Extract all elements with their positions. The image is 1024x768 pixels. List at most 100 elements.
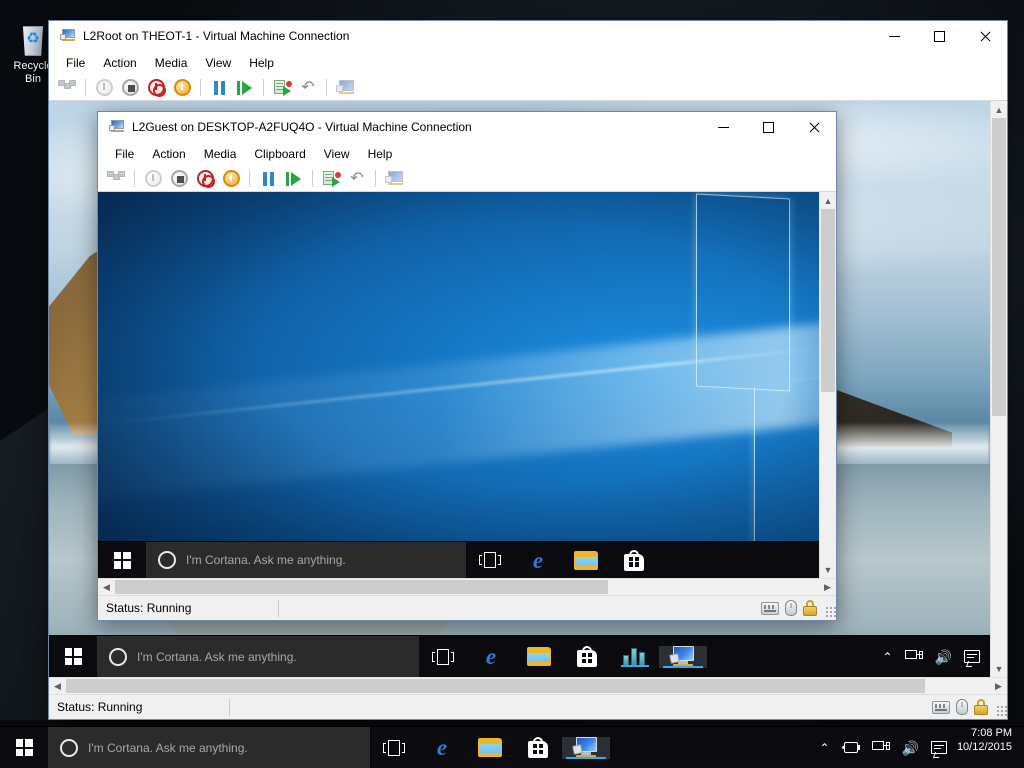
volume-icon[interactable]: 🔊 <box>935 650 952 664</box>
checkpoint-vm-button[interactable] <box>319 168 343 190</box>
scroll-up-button[interactable]: ▲ <box>820 192 836 209</box>
start-vm-button[interactable] <box>92 77 116 99</box>
scroll-track[interactable] <box>820 209 836 561</box>
maximize-button[interactable] <box>917 21 962 51</box>
menu-item-view[interactable]: View <box>196 54 240 72</box>
menu-item-action[interactable]: Action <box>94 54 145 72</box>
scroll-track[interactable] <box>115 579 819 595</box>
action-center-icon[interactable] <box>931 741 947 754</box>
menu-item-file[interactable]: File <box>57 54 94 72</box>
save-vm-button[interactable] <box>219 168 243 190</box>
minimize-button[interactable] <box>701 112 746 142</box>
taskbar-button-hyper-v-manager[interactable] <box>611 647 659 667</box>
scroll-left-button[interactable]: ◀ <box>49 678 66 694</box>
resume-vm-button[interactable] <box>233 77 257 99</box>
inner-vm-horizontal-scrollbar[interactable]: ◀ ▶ <box>98 578 836 595</box>
close-button[interactable] <box>962 21 1007 51</box>
scroll-track[interactable] <box>991 118 1007 660</box>
taskbar-button-vmconnect[interactable] <box>562 737 610 759</box>
resize-grip[interactable] <box>825 606 836 617</box>
menu-item-clipboard[interactable]: Clipboard <box>245 145 314 163</box>
menu-item-media[interactable]: Media <box>195 145 246 163</box>
scroll-up-button[interactable]: ▲ <box>991 101 1007 118</box>
resize-grip[interactable] <box>996 705 1007 716</box>
taskbar-button-microsoft-edge[interactable]: e <box>467 645 515 668</box>
host-taskbar-tray[interactable]: ⌃ 🔊 <box>819 727 957 768</box>
inner-window-menubar[interactable]: File Action Media Clipboard View Help <box>98 142 836 166</box>
outer-window-toolbar[interactable]: ↶ <box>49 75 1007 101</box>
menu-item-view[interactable]: View <box>315 145 359 163</box>
outer-taskbar-pins[interactable]: e <box>419 636 707 677</box>
scroll-down-button[interactable]: ▼ <box>820 561 836 578</box>
taskbar-button-microsoft-edge[interactable]: e <box>514 549 562 572</box>
volume-icon[interactable]: 🔊 <box>902 741 919 755</box>
scroll-thumb[interactable] <box>66 679 925 693</box>
network-icon[interactable] <box>872 741 890 755</box>
maximize-button[interactable] <box>746 112 791 142</box>
inner-window-toolbar[interactable]: ↶ <box>98 166 836 192</box>
pause-vm-button[interactable] <box>207 77 231 99</box>
taskbar-button-task-view[interactable] <box>466 552 514 568</box>
scroll-right-button[interactable]: ▶ <box>990 678 1007 694</box>
menu-item-media[interactable]: Media <box>146 54 197 72</box>
menu-item-action[interactable]: Action <box>143 145 194 163</box>
menu-item-help[interactable]: Help <box>359 145 402 163</box>
cortana-search-box[interactable]: I'm Cortana. Ask me anything. <box>97 636 419 677</box>
vm-connection-window-l2guest[interactable]: L2Guest on DESKTOP-A2FUQ4O - Virtual Mac… <box>97 111 837 621</box>
taskbar-button-vmconnect[interactable] <box>659 646 707 668</box>
outer-vm-screen[interactable]: Windows 10 Enterprise Insider Preview Ev… <box>49 101 990 677</box>
network-icon[interactable] <box>905 650 923 664</box>
outer-window-titlebar[interactable]: L2Root on THEOT-1 - Virtual Machine Conn… <box>49 21 1007 51</box>
shut-down-vm-button[interactable] <box>144 77 168 99</box>
scroll-down-button[interactable]: ▼ <box>991 660 1007 677</box>
taskbar-button-file-explorer[interactable] <box>562 551 610 570</box>
taskbar-button-task-view[interactable] <box>370 740 418 756</box>
outer-vm-taskbar[interactable]: I'm Cortana. Ask me anything. e <box>49 635 990 677</box>
start-vm-button[interactable] <box>141 168 165 190</box>
inner-vm-screen[interactable]: I'm Cortana. Ask me anything. e <box>98 192 819 578</box>
start-button[interactable] <box>49 636 97 677</box>
scroll-thumb[interactable] <box>992 118 1006 416</box>
battery-icon[interactable] <box>842 742 860 753</box>
revert-vm-button[interactable]: ↶ <box>296 77 320 99</box>
enhanced-session-button[interactable] <box>382 168 406 190</box>
turn-off-vm-button[interactable] <box>167 168 191 190</box>
minimize-button[interactable] <box>872 21 917 51</box>
inner-vm-vertical-scrollbar[interactable]: ▲ ▼ <box>819 192 836 578</box>
host-taskbar[interactable]: I'm Cortana. Ask me anything. e ⌃ � <box>0 726 1024 768</box>
pause-vm-button[interactable] <box>256 168 280 190</box>
close-button[interactable] <box>791 112 836 142</box>
taskbar-button-microsoft-store[interactable] <box>563 646 611 667</box>
turn-off-vm-button[interactable] <box>118 77 142 99</box>
cortana-search-box[interactable]: I'm Cortana. Ask me anything. <box>146 542 466 578</box>
scroll-left-button[interactable]: ◀ <box>98 579 115 595</box>
resume-vm-button[interactable] <box>282 168 306 190</box>
checkpoint-vm-button[interactable] <box>270 77 294 99</box>
ctrl-alt-delete-button[interactable] <box>104 168 128 190</box>
inner-vm-taskbar[interactable]: I'm Cortana. Ask me anything. e <box>98 541 819 578</box>
revert-vm-button[interactable]: ↶ <box>345 168 369 190</box>
taskbar-button-file-explorer[interactable] <box>515 647 563 666</box>
taskbar-button-task-view[interactable] <box>419 649 467 665</box>
action-center-icon[interactable] <box>964 650 980 663</box>
scroll-thumb[interactable] <box>115 580 608 594</box>
vm-connection-window-l2root[interactable]: L2Root on THEOT-1 - Virtual Machine Conn… <box>48 20 1008 720</box>
cortana-search-box[interactable]: I'm Cortana. Ask me anything. <box>48 727 370 768</box>
outer-window-menubar[interactable]: File Action Media View Help <box>49 51 1007 75</box>
save-vm-button[interactable] <box>170 77 194 99</box>
taskbar-button-microsoft-edge[interactable]: e <box>418 736 466 759</box>
taskbar-button-microsoft-store[interactable] <box>514 737 562 758</box>
outer-taskbar-tray[interactable]: ⌃ 🔊 <box>883 636 991 677</box>
menu-item-help[interactable]: Help <box>240 54 283 72</box>
shut-down-vm-button[interactable] <box>193 168 217 190</box>
taskbar-clock[interactable]: 7:08 PM 10/12/2015 <box>957 727 1024 768</box>
taskbar-button-file-explorer[interactable] <box>466 738 514 757</box>
start-button[interactable] <box>98 542 146 578</box>
menu-item-file[interactable]: File <box>106 145 143 163</box>
scroll-track[interactable] <box>66 678 990 694</box>
host-taskbar-pins[interactable]: e <box>370 727 610 768</box>
scroll-thumb[interactable] <box>821 209 835 392</box>
outer-vm-horizontal-scrollbar[interactable]: ◀ ▶ <box>49 677 1007 694</box>
show-hidden-icons-button[interactable]: ⌃ <box>883 650 893 664</box>
start-button[interactable] <box>0 727 48 768</box>
